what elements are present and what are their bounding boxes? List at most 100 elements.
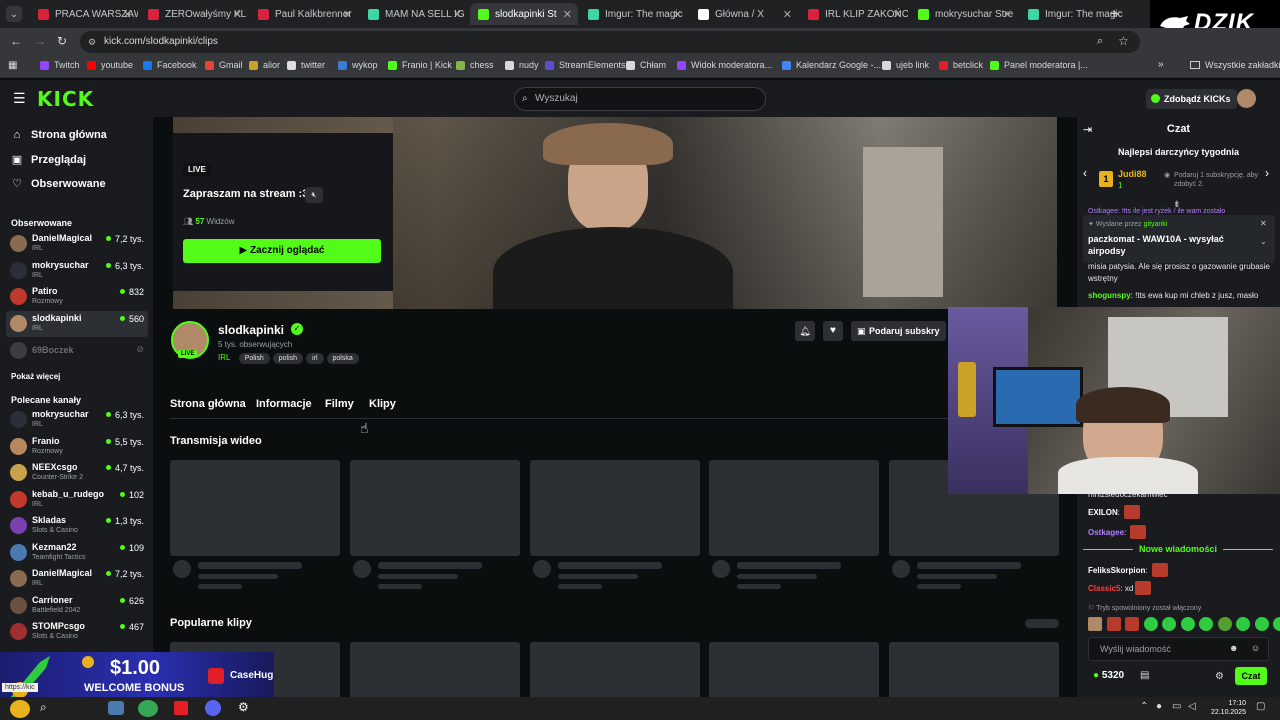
pinned-message[interactable]: ✦ Wysłane przez gityanki ✕ ⌄ paczkomat -… — [1083, 215, 1275, 263]
close-tab-icon[interactable]: ✕ — [123, 8, 132, 21]
bookmark[interactable]: youtube — [87, 60, 133, 70]
microphone-icon[interactable]: ● — [1156, 701, 1162, 712]
bookmark[interactable]: chess — [456, 60, 494, 70]
emote-icon[interactable] — [1217, 617, 1232, 631]
search-input[interactable]: ⌕ Wyszukaj — [514, 87, 766, 111]
emote-icon[interactable] — [1273, 617, 1280, 631]
close-tab-icon[interactable]: ✕ — [233, 8, 242, 21]
tag-chip[interactable]: polska — [326, 353, 359, 364]
zoom-icon[interactable]: ⌕ — [1097, 35, 1103, 48]
tag-chip[interactable]: Polish — [238, 353, 270, 364]
browser-tab[interactable]: Główna / X ✕ — [690, 3, 798, 25]
bookmark[interactable]: nudy — [505, 60, 539, 70]
follow-heart-icon[interactable]: ♥ — [823, 321, 843, 341]
browser-tab[interactable]: Imgur: The magic ✕ — [580, 3, 688, 25]
volume-icon[interactable]: ◁ — [1188, 701, 1196, 712]
chat-username[interactable]: EXILON — [1088, 508, 1118, 517]
emote-icon[interactable] — [1088, 617, 1102, 631]
browser-tab[interactable]: IRL KLIP ZAKOŃC ✕ — [800, 3, 908, 25]
bookmark[interactable]: StreamElements — [545, 60, 626, 70]
network-icon[interactable]: ▭ — [1172, 701, 1181, 712]
expand-pin-icon[interactable]: ⌄ — [1260, 237, 1267, 246]
tab-search-button[interactable]: ⌄ — [6, 6, 22, 22]
bookmark[interactable]: Panel moderatora |... — [990, 60, 1088, 70]
close-tab-icon[interactable]: ✕ — [893, 8, 902, 21]
chat-username[interactable]: shogunspy — [1088, 291, 1131, 300]
browser-tab[interactable]: Paul Kalkbrenner ✕ — [250, 3, 358, 25]
close-tab-icon[interactable]: ✕ — [343, 8, 352, 21]
emote-icon[interactable] — [1236, 617, 1250, 631]
reload-icon[interactable]: ↻ — [57, 34, 67, 48]
taskbar-app-icon[interactable] — [174, 701, 188, 715]
forward-icon[interactable]: → — [34, 34, 46, 48]
start-watching-button[interactable]: ▶︎ Zacznij oglądać — [183, 239, 381, 263]
all-bookmarks[interactable]: Wszystkie zakładki — [1190, 60, 1280, 70]
top-gifter-name[interactable]: Judi88 — [1118, 169, 1147, 179]
channel-item[interactable]: mokrysuchar IRL 6,3 tys. — [6, 407, 148, 433]
tag-chip[interactable]: polish — [272, 353, 304, 364]
url-bar[interactable]: ⚙ kick.com/slodkapinki/clips — [80, 31, 1140, 53]
emote-picker-icon[interactable]: ☻ — [1229, 643, 1238, 653]
channel-item[interactable]: Carrioner Battlefield 2042 626 — [6, 593, 148, 619]
chat-username[interactable]: FeliksSkorpion — [1088, 566, 1145, 575]
close-tab-icon[interactable]: ✕ — [1003, 8, 1012, 21]
channel-item[interactable]: mokrysuchar IRL 6,3 tys. — [6, 258, 148, 284]
nav-item[interactable]: ▣ Przeglądaj — [11, 153, 86, 167]
gifters-next-icon[interactable]: › — [1265, 166, 1269, 180]
notifications-icon[interactable]: ▢ — [1256, 701, 1265, 712]
unpin-icon[interactable]: ✕ — [1260, 219, 1267, 228]
chat-username[interactable]: Classic5 — [1088, 584, 1120, 593]
channel-tab[interactable]: Klipy — [369, 398, 396, 410]
browser-tab[interactable]: ZEROwałyśmy KL ✕ — [140, 3, 248, 25]
browser-tab[interactable]: MAM NA SELL IG ✕ — [360, 3, 468, 25]
nav-item[interactable]: ♡ Obserwowane — [11, 177, 106, 191]
store-icon[interactable]: ▤ — [1140, 670, 1149, 681]
channel-item[interactable]: Kezman22 Teamfight Tactics 109 — [6, 540, 148, 566]
nav-item[interactable]: ⌂ Strona główna — [11, 129, 107, 141]
channel-item[interactable]: Skladas Slots & Casino 1,3 tys. — [6, 513, 148, 539]
show-more-link[interactable]: Pokaż więcej — [11, 372, 60, 381]
more-bookmarks-icon[interactable]: » — [1158, 59, 1164, 70]
kick-logo[interactable]: KICK — [37, 87, 94, 111]
taskbar-settings-icon[interactable]: ⚙ — [238, 700, 249, 714]
bookmark[interactable]: Franio | Kick — [388, 60, 452, 70]
channel-tab[interactable]: Informacje — [256, 398, 312, 410]
bookmark[interactable]: Gmail — [205, 60, 243, 70]
chrome-icon[interactable] — [138, 700, 158, 717]
chat-input[interactable]: Wyślij wiadomość ☻ ☺ — [1088, 637, 1269, 661]
channel-tab[interactable]: Filmy — [325, 398, 354, 410]
discord-icon[interactable] — [205, 700, 221, 716]
clock[interactable]: 17:10 22.10.2025 — [1200, 699, 1246, 717]
offline-channel[interactable]: 69Boczek ⊘ — [6, 338, 148, 364]
send-chat-button[interactable]: Czat — [1235, 667, 1267, 685]
chat-username[interactable]: Ostkagee — [1088, 528, 1124, 537]
bookmark[interactable]: betclick — [939, 60, 983, 70]
taskbar-app-icon[interactable] — [108, 701, 124, 715]
menu-icon[interactable]: ☰ — [13, 90, 26, 107]
gifters-prev-icon[interactable]: ‹ — [1083, 166, 1087, 180]
start-icon[interactable] — [10, 700, 30, 718]
mute-icon[interactable]: 🔇︎ — [305, 187, 323, 203]
close-tab-icon[interactable]: ✕ — [563, 8, 572, 21]
taskbar-search-icon[interactable]: ⌕ — [40, 700, 47, 715]
channel-item[interactable]: slodkapinki IRL 560 — [6, 310, 148, 337]
close-tab-icon[interactable]: ✕ — [453, 8, 462, 21]
channel-item[interactable]: DanielMagical IRL 7,2 tys. — [6, 231, 148, 257]
bookmark[interactable]: wykop — [338, 60, 378, 70]
emote-icon[interactable] — [1143, 617, 1158, 631]
tag-chip[interactable]: irl — [306, 353, 324, 364]
channel-item[interactable]: Patiro Rozmowy 832 — [6, 284, 148, 310]
user-avatar[interactable] — [1237, 89, 1256, 108]
star-icon[interactable]: ☆ — [1118, 34, 1129, 48]
bookmark[interactable]: Facebook — [143, 60, 197, 70]
emote-icon[interactable] — [1125, 617, 1139, 631]
emote-icon[interactable] — [1254, 617, 1269, 631]
browser-tab[interactable]: mokrysuchar Stre ✕ — [910, 3, 1018, 25]
bookmark[interactable]: Chłam — [626, 60, 666, 70]
channel-item[interactable]: DanielMagical IRL 7,2 tys. — [6, 566, 148, 592]
channel-item[interactable]: STOMPcsgo Slots & Casino 467 — [6, 619, 148, 645]
close-tab-icon[interactable]: ✕ — [673, 8, 682, 21]
site-info-icon[interactable]: ⚙ — [88, 31, 96, 53]
chat-settings-icon[interactable]: ⚙ — [1215, 671, 1224, 682]
apps-icon[interactable]: ▦ — [8, 60, 17, 71]
